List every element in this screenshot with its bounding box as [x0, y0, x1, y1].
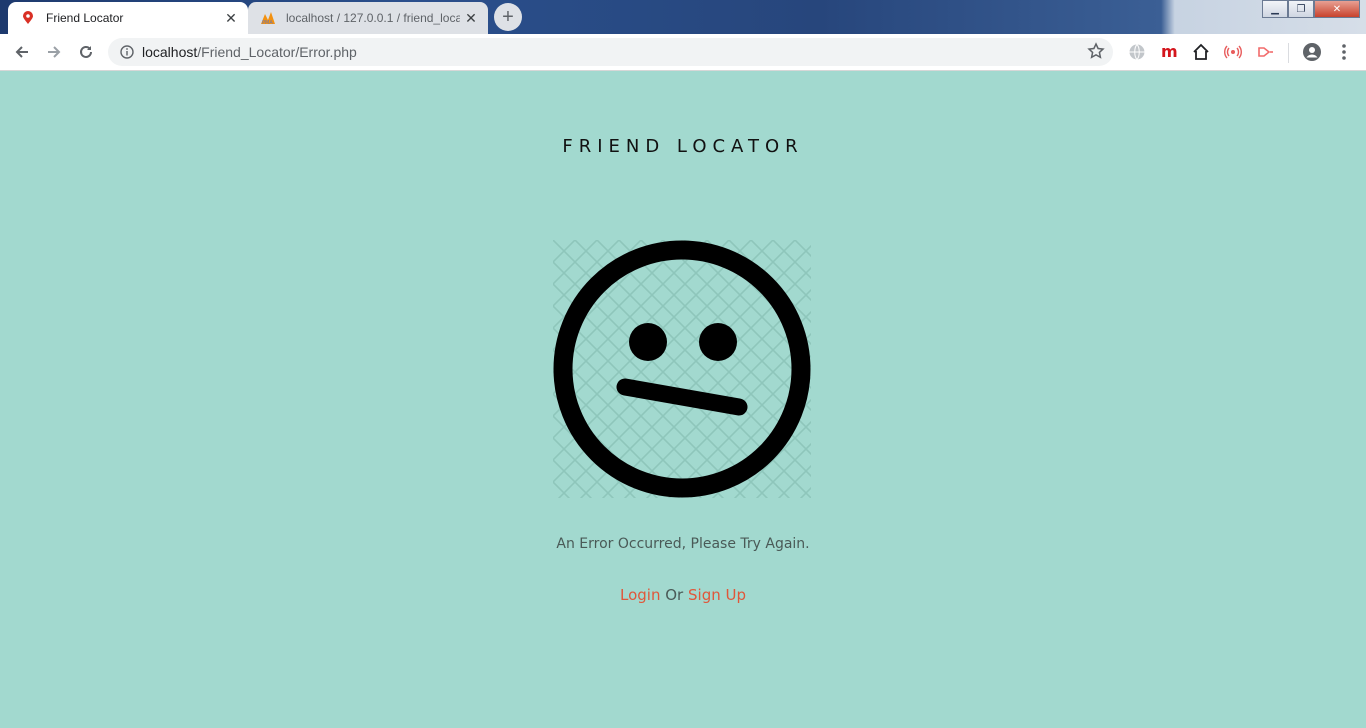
home-icon[interactable]: [1187, 38, 1215, 66]
tab-title: localhost / 127.0.0.1 / friend_loca: [286, 11, 460, 25]
error-message: An Error Occurred, Please Try Again.: [556, 536, 810, 552]
url-path: /Friend_Locator/Error.php: [197, 44, 357, 60]
m-extension-icon[interactable]: m: [1155, 38, 1183, 66]
signup-link[interactable]: Sign Up: [688, 586, 746, 604]
info-icon[interactable]: [112, 45, 142, 59]
restore-button[interactable]: ❐: [1288, 0, 1314, 18]
neutral-face-icon: [553, 240, 811, 498]
window-close-button[interactable]: ✕: [1314, 0, 1360, 18]
browser-toolbar: localhost/Friend_Locator/Error.php m: [0, 34, 1366, 71]
url-host: localhost: [142, 44, 198, 60]
or-text: Or: [665, 586, 684, 604]
svg-text:m: m: [1161, 43, 1178, 61]
reload-icon: [80, 45, 92, 58]
close-tab-icon[interactable]: ✕: [460, 7, 482, 29]
error-face-illustration: [553, 240, 811, 498]
forward-button[interactable]: [38, 36, 70, 68]
url-text: localhost/Friend_Locator/Error.php: [142, 44, 357, 60]
page-title: FRIEND LOCATOR: [562, 136, 804, 157]
back-button[interactable]: [6, 36, 38, 68]
login-link[interactable]: Login: [620, 586, 660, 604]
svg-text:PMA: PMA: [262, 20, 273, 25]
close-tab-icon[interactable]: ✕: [220, 7, 242, 29]
minimize-button[interactable]: ▁: [1262, 0, 1288, 18]
profile-avatar-icon[interactable]: [1298, 38, 1326, 66]
new-tab-button[interactable]: +: [494, 3, 522, 31]
menu-kebab-icon[interactable]: [1330, 38, 1358, 66]
tab-title: Friend Locator: [46, 11, 124, 25]
tab-friend-locator[interactable]: Friend Locator ✕: [8, 2, 248, 34]
toolbar-divider: [1288, 43, 1289, 63]
address-bar[interactable]: localhost/Friend_Locator/Error.php: [108, 38, 1113, 66]
tab-phpmyadmin[interactable]: PMA localhost / 127.0.0.1 / friend_loca …: [248, 2, 488, 34]
globe-extension-icon[interactable]: [1123, 38, 1151, 66]
window-controls: ▁ ❐ ✕: [1262, 0, 1360, 18]
reload-button[interactable]: [70, 36, 102, 68]
forward-arrow-icon: [48, 46, 61, 58]
back-arrow-icon: [15, 46, 28, 58]
cast-extension-icon[interactable]: [1251, 38, 1279, 66]
phpmyadmin-icon: PMA: [260, 10, 276, 26]
browser-titlebar: Friend Locator ✕ PMA localhost / 127.0.0…: [0, 0, 1366, 34]
auth-links: Login Or Sign Up: [0, 586, 1366, 604]
location-pin-icon: [20, 10, 36, 26]
broadcast-extension-icon[interactable]: [1219, 38, 1247, 66]
bookmark-star-icon[interactable]: [1087, 42, 1105, 64]
